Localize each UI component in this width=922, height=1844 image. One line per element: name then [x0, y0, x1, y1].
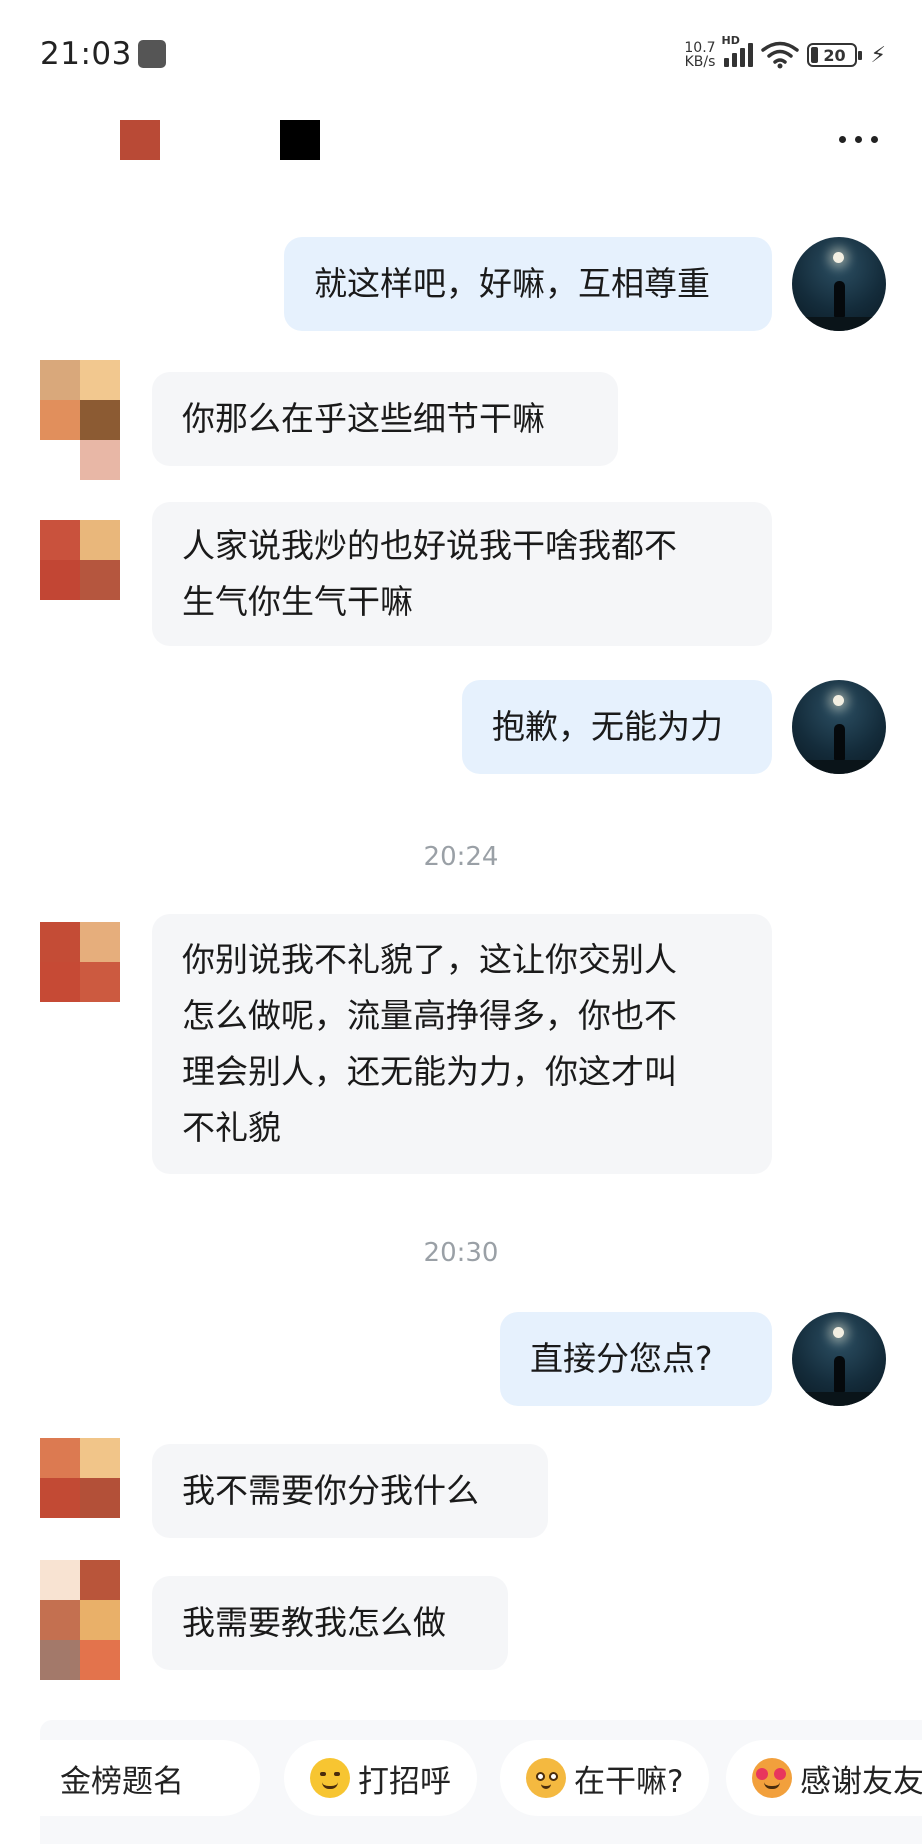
- incoming-message[interactable]: 你那么在乎这些细节干嘛: [152, 372, 618, 466]
- message-text: 抱歉，无能为力: [492, 707, 723, 746]
- more-dots-icon[interactable]: [839, 136, 878, 143]
- love-face-icon: [752, 1758, 792, 1798]
- self-avatar[interactable]: [792, 680, 886, 774]
- quick-reply-chip[interactable]: 在干嘛?: [500, 1740, 710, 1816]
- quick-reply-bar[interactable]: 金榜题名 打招呼 在干嘛? 感谢友友: [40, 1720, 922, 1844]
- wifi-icon: [760, 41, 799, 69]
- message-text: 生气你生气干嘛: [182, 582, 413, 621]
- message-text: 你那么在乎这些细节干嘛: [182, 399, 545, 438]
- self-avatar[interactable]: [792, 1312, 886, 1406]
- chat-header: [0, 110, 922, 190]
- quick-reply-label: 在干嘛?: [574, 1763, 684, 1800]
- battery-level: 20: [823, 45, 846, 65]
- contact-avatar[interactable]: [40, 520, 120, 600]
- quick-reply-label: 感谢友友: [800, 1763, 922, 1800]
- network-speed-value: 10.7: [684, 40, 716, 56]
- quick-reply-label: 打招呼: [358, 1763, 451, 1800]
- contact-avatar-fragment: [80, 1640, 120, 1680]
- message-text: 怎么做呢，流量高挣得多，你也不: [182, 996, 677, 1035]
- message-text: 我需要教我怎么做: [182, 1603, 446, 1642]
- message-text: 不礼貌: [182, 1108, 281, 1147]
- hd-label: HD: [721, 34, 740, 47]
- network-speed-unit: KB/s: [684, 54, 716, 70]
- message-text: 你别说我不礼貌了，这让你交别人: [182, 940, 677, 979]
- outgoing-message[interactable]: 就这样吧，好嘛，互相尊重: [284, 237, 772, 331]
- network-speed: 10.7 KB/s: [684, 41, 715, 69]
- contact-avatar[interactable]: [40, 1560, 120, 1640]
- outgoing-message[interactable]: 抱歉，无能为力: [462, 680, 772, 774]
- quick-reply-label: 金榜题名: [60, 1763, 184, 1800]
- status-bar: 21:03 10.7 KB/s HD 20 ⚡: [0, 0, 922, 110]
- incoming-message[interactable]: 人家说我炒的也好说我干啥我都不 生气你生气干嘛: [152, 502, 772, 646]
- status-time: 21:03: [40, 36, 132, 72]
- censored-title-block: [280, 120, 320, 160]
- contact-avatar[interactable]: [40, 1438, 120, 1518]
- contact-avatar[interactable]: [40, 922, 120, 1002]
- message-text: 我不需要你分我什么: [182, 1471, 479, 1510]
- contact-avatar[interactable]: [40, 360, 120, 440]
- message-timestamp: 20:24: [423, 842, 499, 872]
- charging-bolt-icon: ⚡: [870, 42, 886, 68]
- outgoing-message[interactable]: 直接分您点?: [500, 1312, 772, 1406]
- contact-avatar-fragment: [40, 1640, 80, 1680]
- message-timestamp: 20:30: [423, 1238, 499, 1268]
- message-text: 理会别人，还无能为力，你这才叫: [182, 1052, 677, 1091]
- self-avatar[interactable]: [792, 237, 886, 331]
- message-text: 人家说我炒的也好说我干啥我都不: [182, 526, 677, 565]
- quick-reply-chip[interactable]: 感谢友友: [726, 1740, 922, 1816]
- incoming-message[interactable]: 我不需要你分我什么: [152, 1444, 548, 1538]
- cellular-signal-icon: HD: [722, 34, 753, 67]
- message-text: 就这样吧，好嘛，互相尊重: [314, 264, 710, 303]
- message-text: 直接分您点?: [530, 1339, 713, 1378]
- thinking-face-icon: [526, 1758, 566, 1798]
- quick-reply-chip[interactable]: 打招呼: [284, 1740, 477, 1816]
- chat-message-list[interactable]: 就这样吧，好嘛，互相尊重 你那么在乎这些细节干嘛 人家说我炒的也好说我干啥我都不…: [0, 160, 922, 1700]
- incoming-message[interactable]: 你别说我不礼貌了，这让你交别人 怎么做呢，流量高挣得多，你也不 理会别人，还无能…: [152, 914, 772, 1174]
- incoming-message[interactable]: 我需要教我怎么做: [152, 1576, 508, 1670]
- battery-icon: 20: [806, 43, 862, 67]
- status-indicators: 10.7 KB/s HD 20 ⚡: [684, 34, 886, 72]
- contact-avatar-fragment: [80, 440, 120, 480]
- censored-title-block: [120, 120, 160, 160]
- quick-reply-chip[interactable]: 金榜题名: [40, 1740, 260, 1816]
- smile-face-icon: [310, 1758, 350, 1798]
- notification-app-icon: [138, 40, 166, 68]
